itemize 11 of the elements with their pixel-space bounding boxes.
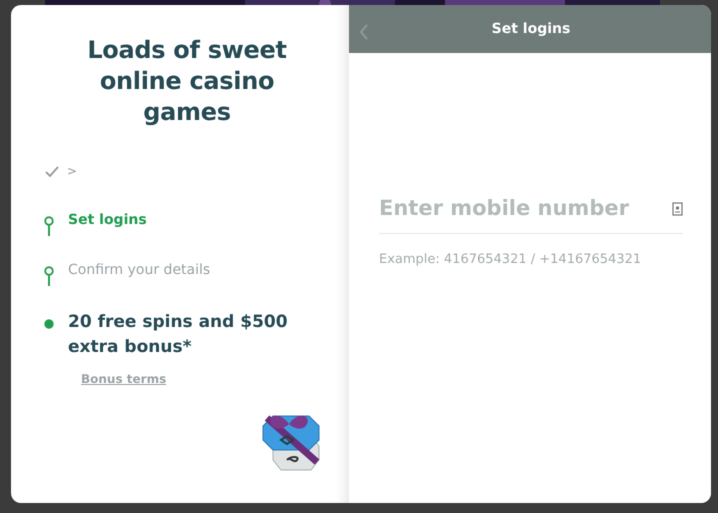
- step-label: Set logins: [68, 211, 147, 230]
- check-icon: [45, 166, 59, 176]
- example-hint: Example: 4167654321 / +14167654321: [379, 250, 642, 268]
- headline: Loads of sweet online casino games: [86, 35, 288, 128]
- contact-card-icon[interactable]: [672, 202, 683, 216]
- step-label: Confirm your details: [68, 261, 210, 280]
- bonus-terms-link[interactable]: Bonus terms: [81, 370, 166, 388]
- arrow-text: >: [67, 163, 78, 180]
- step-label: 20 free spins and $500 extra bonus*: [68, 311, 289, 359]
- header-title: Set logins: [492, 20, 570, 38]
- step-dot-icon: [44, 319, 54, 329]
